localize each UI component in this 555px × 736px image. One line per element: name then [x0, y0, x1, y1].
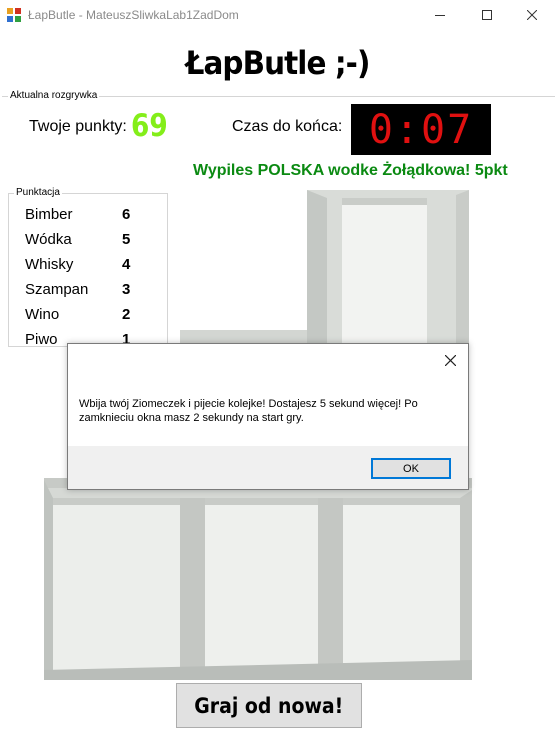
dialog-message: Wbija twój Ziomeczek i pijecie kolejke! … — [79, 398, 418, 424]
timer-value: 0:07 — [368, 107, 474, 153]
dialog-close-button[interactable] — [440, 350, 460, 370]
score-name: Wódka — [25, 231, 72, 248]
score-points: 4 — [122, 256, 131, 273]
play-again-button[interactable]: Graj od nowa! — [176, 683, 362, 728]
points-label: Twoje punkty: — [29, 118, 127, 135]
score-points: 6 — [122, 206, 131, 223]
time-label: Czas do końca: — [232, 118, 343, 135]
score-name: Whisky — [25, 256, 74, 273]
timer-display: 0:07 — [351, 104, 491, 155]
last-drink-message: Wypiles POLSKA wodke Żołądkowa! 5pkt — [193, 162, 508, 179]
message-dialog: Wbija twój Ziomeczek i pijecie kolejke! … — [67, 343, 469, 490]
play-again-label: Graj od nowa! — [194, 693, 344, 718]
current-game-legend: Aktualna rozgrywka — [8, 90, 100, 101]
points-value: 69 — [131, 108, 168, 144]
ok-button[interactable]: OK — [371, 458, 451, 479]
score-points: 2 — [122, 306, 131, 323]
dialog-footer: OK — [68, 446, 468, 489]
score-points: 5 — [122, 231, 131, 248]
score-name: Szampan — [25, 281, 89, 298]
close-icon — [444, 354, 456, 366]
score-name: Wino — [25, 306, 60, 323]
score-name: Piwo — [25, 331, 58, 348]
score-table-legend: Punktacja — [14, 187, 62, 198]
score-name: Bimber — [25, 206, 73, 223]
score-points: 3 — [122, 281, 131, 298]
